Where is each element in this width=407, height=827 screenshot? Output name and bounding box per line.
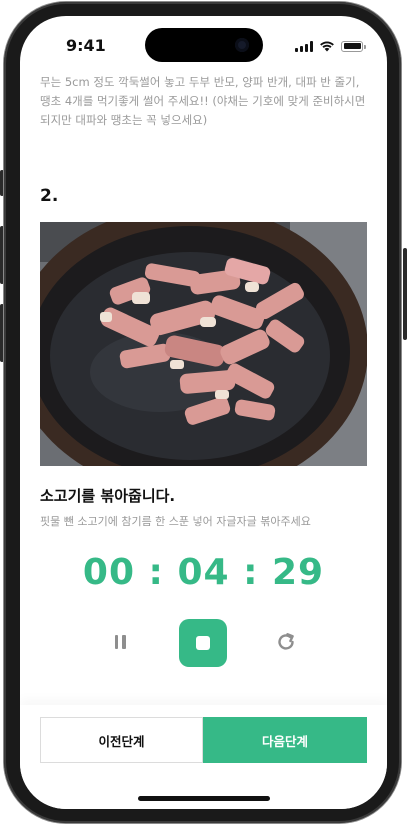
- status-time: 9:41: [66, 36, 106, 55]
- stop-icon: [196, 636, 210, 650]
- step-number: 2.: [40, 186, 59, 206]
- status-icons: [295, 40, 366, 52]
- power-button: [403, 248, 407, 340]
- previous-step-description: 무는 5cm 정도 깍둑썰어 놓고 두부 반모, 양파 반개, 대파 반 줄기,…: [40, 75, 366, 127]
- app-screen: 9:41 무는 5cm 정도 깍둑썰어 놓고 두부 반모, 양파 반개, 대파 …: [20, 16, 387, 809]
- home-indicator[interactable]: [138, 796, 270, 801]
- pause-button[interactable]: [108, 630, 132, 654]
- stop-button[interactable]: [179, 619, 227, 667]
- next-step-button[interactable]: 다음단계: [203, 717, 367, 763]
- restart-icon: [278, 633, 294, 650]
- camera-icon: [235, 38, 249, 52]
- step-title: 소고기를 볶아줍니다.: [40, 487, 176, 505]
- cellular-signal-icon: [295, 40, 313, 52]
- step-photo: [40, 222, 367, 466]
- step-description: 핏물 뺀 소고기에 참기름 한 스푼 넣어 자글자글 볶아주세요: [40, 515, 311, 528]
- dynamic-island: [145, 28, 263, 62]
- battery-icon: [341, 40, 366, 52]
- previous-step-button[interactable]: 이전단계: [40, 717, 203, 763]
- bottom-action-bar: 이전단계 다음단계: [20, 705, 387, 809]
- cooking-timer: 00 : 04 : 29: [82, 552, 325, 593]
- restart-button[interactable]: [274, 630, 298, 654]
- device: 9:41 무는 5cm 정도 깍둑썰어 놓고 두부 반모, 양파 반개, 대파 …: [0, 0, 407, 827]
- pause-icon: [114, 635, 118, 649]
- wifi-icon: [320, 41, 334, 52]
